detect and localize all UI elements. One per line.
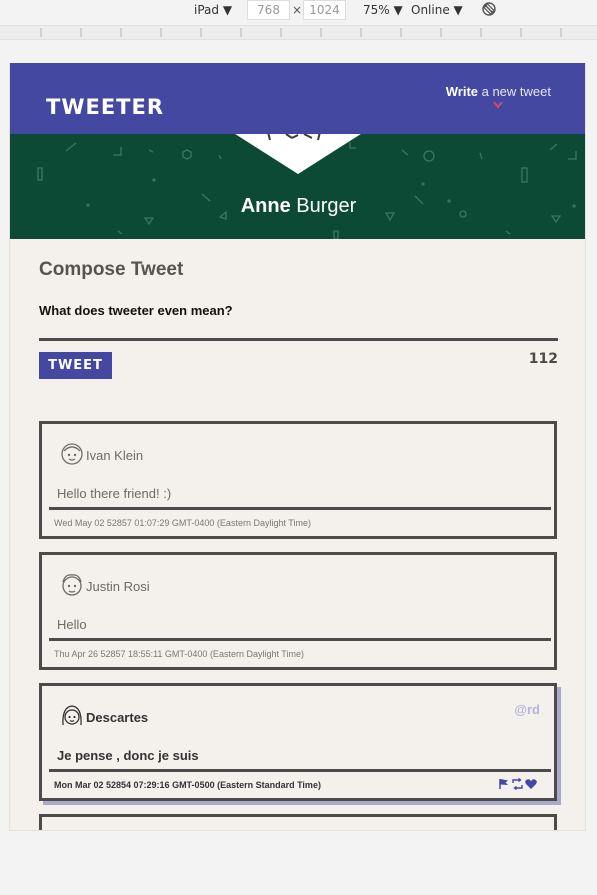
tweet-text: Je pense , donc je suis [57,748,199,763]
write-rest-label: a new tweet [478,84,551,99]
user-avatar-icon [62,705,82,726]
media-query-ruler [0,25,597,40]
char-counter: 112 [528,351,558,367]
tweet-text: Hello there friend! :) [57,486,172,501]
tweet-timestamp: Wed May 02 52857 01:07:29 GMT-0400 (East… [54,518,311,528]
tweet-author: Descartes [86,710,149,725]
dimension-separator: × [292,3,303,17]
tweet-card[interactable]: Justin Rosi Hello Thu Apr 26 52857 18:55… [39,552,557,670]
user-avatar-icon [61,443,83,465]
tweet-divider [49,507,551,510]
write-strong-label: Write [445,84,478,99]
top-nav: TWEETER Write a new tweet [10,63,585,134]
tweet-author: Ivan Klein [86,448,144,463]
tweet-timestamp: Mon Mar 02 52854 07:29:16 GMT-0500 (East… [54,780,321,790]
tweet-divider [49,638,551,641]
tweet-button[interactable]: TWEET [39,352,112,379]
user-avatar-icon[interactable] [232,134,364,174]
zoom-select[interactable]: 75% ▼ [363,3,403,17]
profile-name: Anne Burger [10,195,585,218]
device-select[interactable]: iPad ▼ [194,3,232,17]
tweet-author: Justin Rosi [86,579,150,594]
user-avatar-icon [62,574,82,596]
tweet-card[interactable]: Descartes @rd Je pense , donc je suis Mo… [39,683,557,801]
tweet-text: Hello [57,617,87,632]
chevron-down-icon[interactable] [493,101,503,109]
compose-title: Compose Tweet [39,259,184,280]
network-select[interactable]: Online ▼ [411,3,463,17]
height-input[interactable]: 1024 [303,0,346,20]
devtools-toolbar: iPad ▼ 768 × 1024 75% ▼ Online ▼ [0,0,597,22]
tweet-handle: @rd [514,702,540,717]
last-name: Burger [290,195,357,217]
tweet-timestamp: Thu Apr 26 52857 18:55:11 GMT-0400 (East… [54,649,304,659]
profile-banner: Anne Burger [10,134,585,239]
tweet-card[interactable]: Ivan Klein Hello there friend! :) Wed Ma… [39,421,557,539]
tweet-textarea[interactable]: What does tweeter even mean? [39,303,558,341]
heart-icon[interactable] [525,779,537,789]
page-viewport: TWEETER Write a new tweet Anne Burger Co… [9,63,586,831]
retweet-icon[interactable] [512,778,523,790]
tweet-actions [499,778,537,790]
write-tweet-toggle[interactable]: Write a new tweet [446,84,551,99]
tweet-card[interactable] [39,814,557,830]
app-logo[interactable]: TWEETER [46,95,164,119]
compose-section: Compose Tweet What does tweeter even mea… [39,259,558,379]
first-name: Anne [240,195,291,217]
width-input[interactable]: 768 [247,0,290,20]
tweet-divider [49,769,551,772]
flag-icon[interactable] [499,779,508,789]
rotate-icon[interactable] [481,1,497,17]
